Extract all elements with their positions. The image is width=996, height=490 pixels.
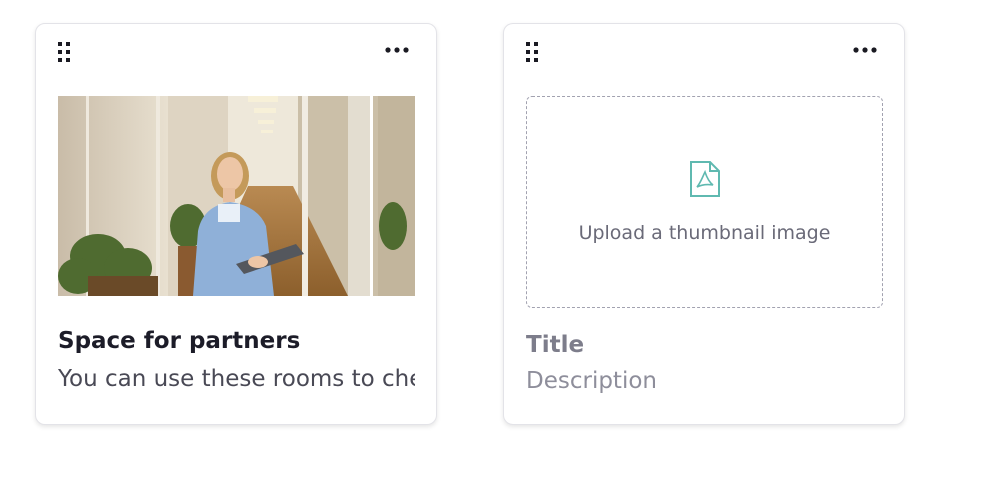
thumbnail-image xyxy=(58,96,415,296)
pdf-file-icon xyxy=(689,160,721,202)
title-placeholder[interactable]: Title xyxy=(526,332,866,358)
content-card-empty[interactable]: Upload a thumbnail image Title Descripti… xyxy=(503,23,905,425)
upload-label: Upload a thumbnail image xyxy=(578,222,831,244)
drag-handle-icon[interactable] xyxy=(56,40,72,64)
more-options-icon[interactable] xyxy=(384,42,410,58)
thumbnail-upload-dropzone[interactable]: Upload a thumbnail image xyxy=(526,96,883,308)
card-description: You can use these rooms to check your pa… xyxy=(58,366,415,392)
card-title: Space for partners xyxy=(58,328,301,354)
description-placeholder[interactable]: Description xyxy=(526,368,866,394)
drag-handle-icon[interactable] xyxy=(524,40,540,64)
content-card[interactable]: Space for partners You can use these roo… xyxy=(35,23,437,425)
more-options-icon[interactable] xyxy=(852,42,878,58)
